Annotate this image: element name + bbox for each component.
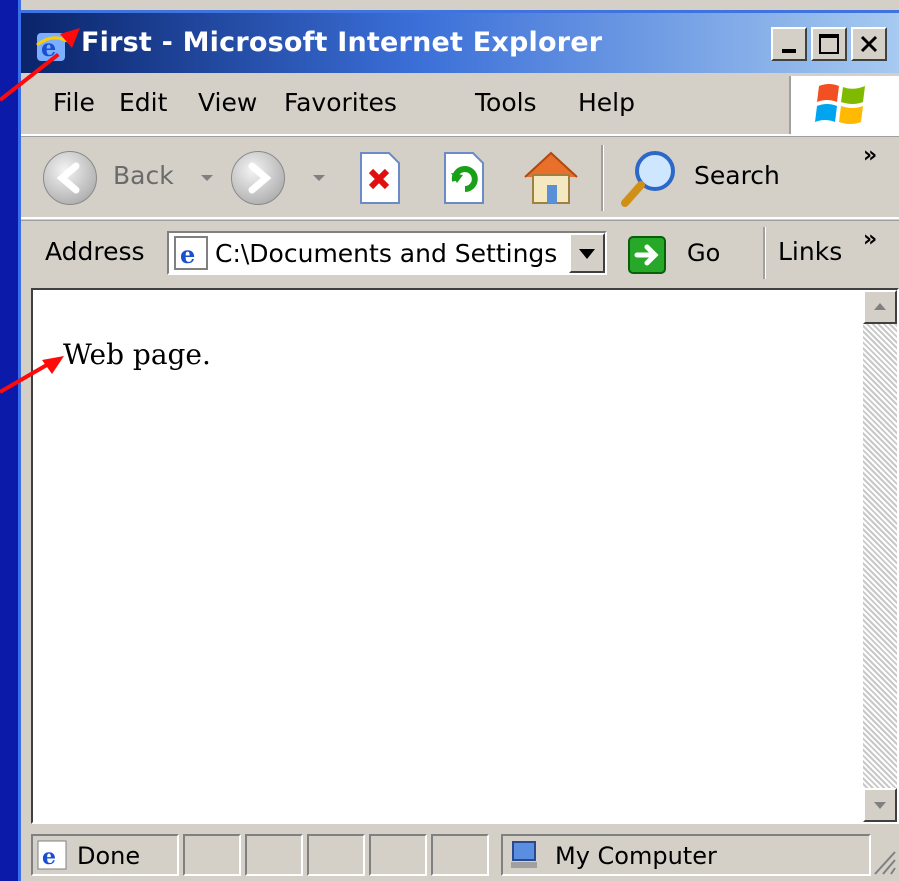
back-dropdown-icon[interactable] <box>201 175 213 181</box>
stop-icon[interactable] <box>357 151 403 205</box>
svg-text:e: e <box>180 240 195 269</box>
scroll-up-button[interactable] <box>863 290 897 324</box>
maximize-icon <box>819 34 839 54</box>
address-dropdown-button[interactable] <box>569 233 605 273</box>
menu-bar: File Edit View Favorites Tools Help <box>21 76 899 136</box>
menu-file[interactable]: File <box>53 88 95 117</box>
address-value: C:\Documents and Settings <box>215 239 558 268</box>
links-chevron-icon[interactable]: » <box>863 227 877 252</box>
menu-edit[interactable]: Edit <box>119 88 167 117</box>
refresh-icon[interactable] <box>441 151 487 205</box>
links-label[interactable]: Links <box>778 237 842 266</box>
forward-dropdown-icon[interactable] <box>313 175 325 181</box>
back-label[interactable]: Back <box>113 161 174 190</box>
address-input[interactable]: e C:\Documents and Settings <box>167 231 607 275</box>
go-arrow-icon[interactable] <box>627 235 667 275</box>
resize-grip-icon[interactable] <box>871 848 899 878</box>
home-icon[interactable] <box>519 145 583 209</box>
chevron-down-icon <box>579 249 595 259</box>
forward-button[interactable] <box>231 151 285 205</box>
go-label[interactable]: Go <box>687 239 720 267</box>
toolbar-chevron-icon[interactable]: » <box>863 143 877 168</box>
ie-window: e First - Microsoft Internet Explorer Fi… <box>18 0 899 881</box>
status-pane-1 <box>183 834 241 876</box>
address-label: Address <box>45 237 145 266</box>
standard-toolbar: Back Search » <box>21 136 899 219</box>
close-button[interactable] <box>851 27 887 61</box>
back-arrow-icon <box>56 162 80 194</box>
vertical-scrollbar[interactable] <box>863 290 897 822</box>
page-viewport[interactable]: Web page. <box>31 288 899 824</box>
minimize-icon <box>782 49 796 53</box>
status-zone-text: My Computer <box>555 842 717 870</box>
my-computer-icon <box>511 841 537 868</box>
status-pane-3 <box>307 834 365 876</box>
title-bar[interactable]: e First - Microsoft Internet Explorer <box>21 10 899 73</box>
menu-help[interactable]: Help <box>578 88 635 117</box>
status-zone-pane: My Computer <box>501 834 871 876</box>
menu-view[interactable]: View <box>198 88 257 117</box>
window-title: First - Microsoft Internet Explorer <box>81 27 603 58</box>
status-pane-5 <box>431 834 489 876</box>
ie-status-icon: e <box>37 840 67 870</box>
maximize-button[interactable] <box>811 27 847 61</box>
status-bar: e Done My Computer <box>21 828 899 881</box>
scroll-down-icon <box>874 802 886 809</box>
address-bar: Address e C:\Documents and Settings Go L… <box>21 220 899 285</box>
address-separator <box>763 227 766 279</box>
svg-text:e: e <box>42 844 56 870</box>
status-main-pane: e Done <box>31 834 179 876</box>
status-text: Done <box>77 842 141 870</box>
menu-favorites[interactable]: Favorites <box>284 88 397 117</box>
back-button[interactable] <box>43 151 97 205</box>
status-pane-2 <box>245 834 303 876</box>
page-ie-icon: e <box>174 236 208 270</box>
windows-flag-icon <box>815 84 865 124</box>
minimize-button[interactable] <box>771 27 807 61</box>
page-content-text: Web page. <box>63 338 211 371</box>
menu-tools[interactable]: Tools <box>475 88 537 117</box>
status-pane-4 <box>369 834 427 876</box>
scroll-up-icon <box>874 303 886 310</box>
toolbar-separator <box>601 145 604 211</box>
search-icon[interactable] <box>617 147 681 211</box>
search-label[interactable]: Search <box>694 161 780 190</box>
forward-arrow-icon <box>248 162 272 194</box>
scroll-down-button[interactable] <box>863 788 897 822</box>
windows-logo <box>789 76 899 134</box>
close-icon <box>860 35 878 53</box>
